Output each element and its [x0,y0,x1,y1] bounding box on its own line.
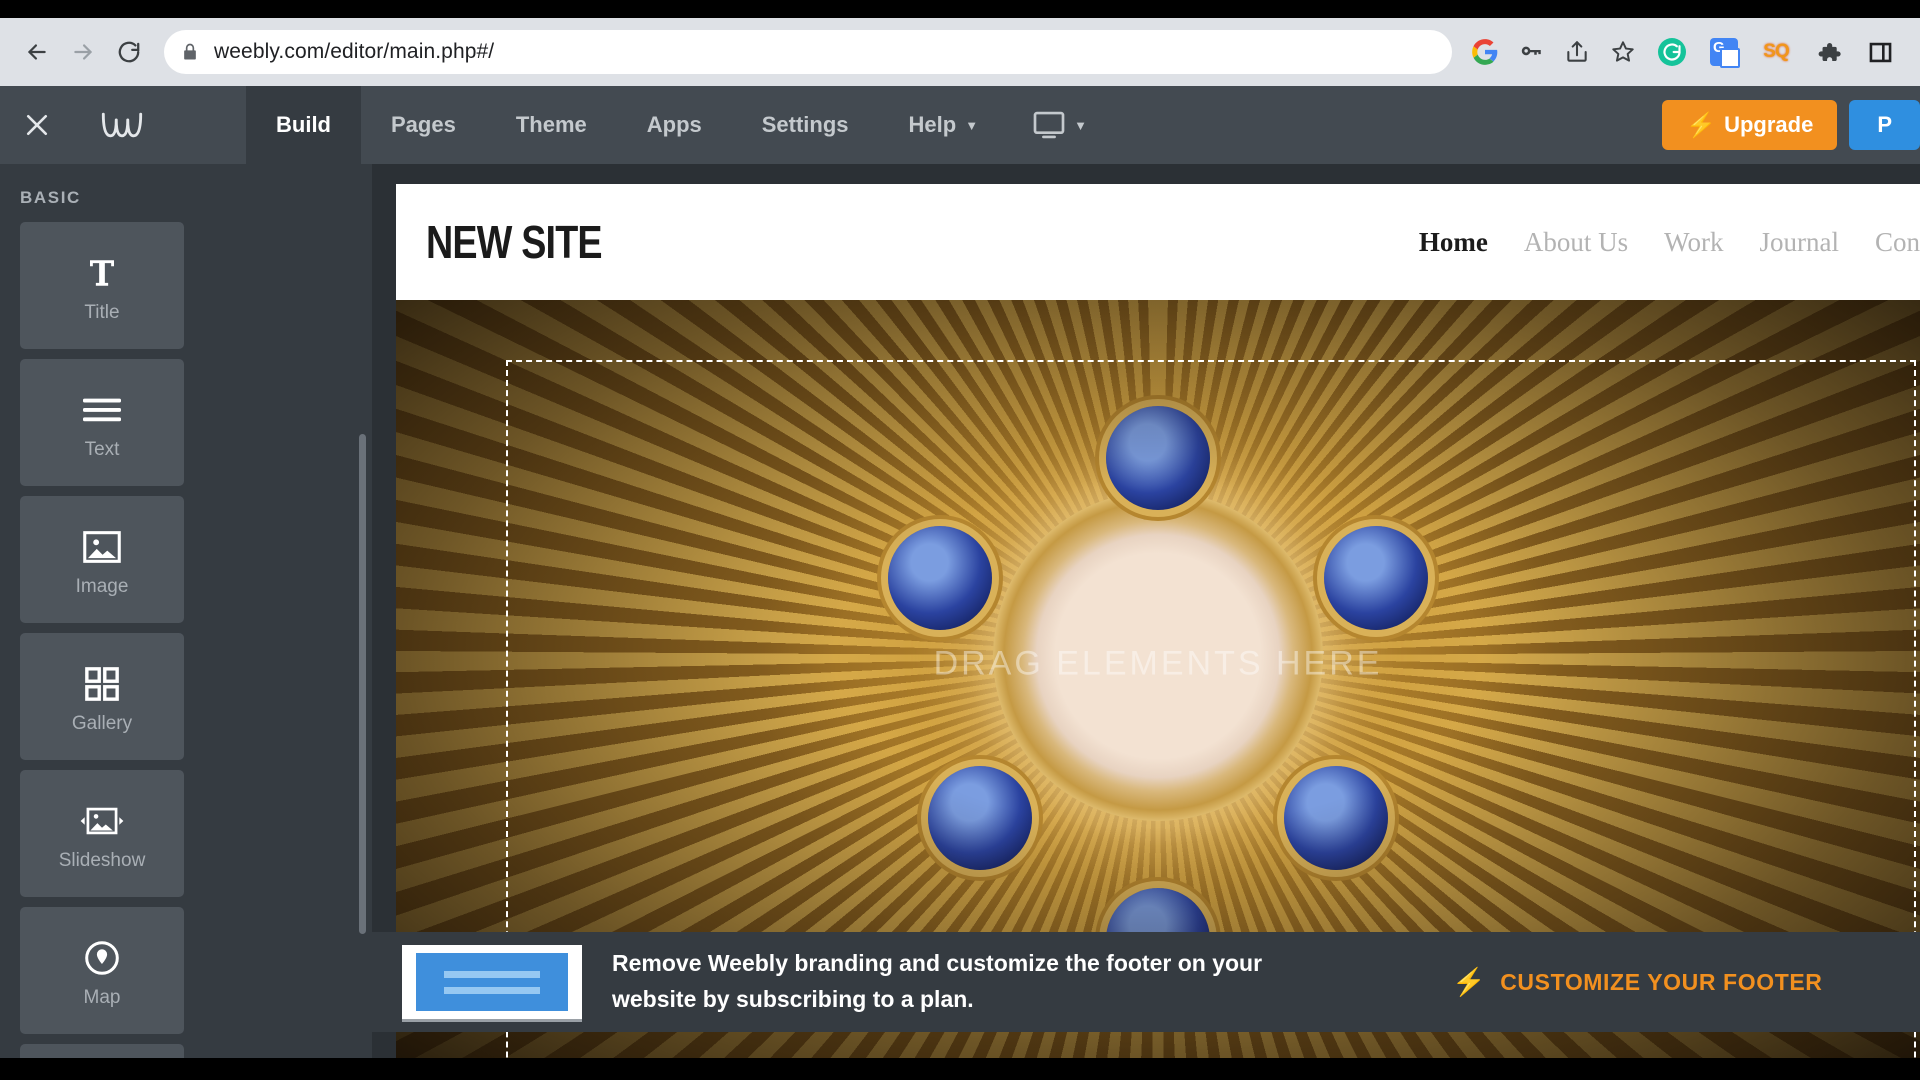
lock-icon [180,42,200,62]
back-button[interactable] [14,29,60,75]
sq-icon[interactable]: SQ [1750,29,1802,75]
screen: weebly.com/editor/main.php#/ G SQ Build … [0,0,1920,1080]
site-logo[interactable]: NEW SITE [426,215,603,269]
upgrade-button[interactable]: ⚡ Upgrade [1662,100,1838,150]
sidebar-item-slideshow[interactable]: Slideshow [20,770,184,897]
tab-help[interactable]: Help ▼ [879,86,1009,164]
site-nav-journal[interactable]: Journal [1760,227,1839,258]
reload-button[interactable] [106,29,152,75]
sidebar-item-map[interactable]: Map [20,907,184,1034]
share-icon[interactable] [1554,29,1600,75]
sidebar-item-slideshow-label: Slideshow [58,849,146,871]
tab-apps-label: Apps [646,112,702,137]
sidebar-scrollbar[interactable] [359,434,366,934]
customize-footer-label: CUSTOMIZE YOUR FOOTER [1500,968,1823,995]
editor-actions: ⚡ Upgrade P [1662,86,1920,164]
device-preview-selector[interactable]: ▼ [1008,86,1111,164]
tab-build[interactable]: Build [246,86,361,164]
address-bar[interactable]: weebly.com/editor/main.php#/ [164,30,1452,74]
lightning-bolt-icon: ⚡ [1452,967,1487,997]
google-icon[interactable] [1462,29,1508,75]
site-canvas: NEW SITE Home About Us Work Journal Con [372,164,1920,1058]
forward-button[interactable] [60,29,106,75]
footer-preview-thumbnail [402,945,582,1019]
editor-tabs: Build Pages Theme Apps Settings Help ▼ ▼ [246,86,1111,164]
thumbnail-line [444,986,540,994]
close-editor-button[interactable] [0,86,74,164]
tab-theme[interactable]: Theme [486,86,617,164]
map-pin-icon [84,933,120,983]
sidebar-item-map-label: Map [83,986,121,1008]
publish-label: P [1877,112,1892,137]
lightning-bolt-icon: ⚡ [1686,111,1717,139]
site-header: NEW SITE Home About Us Work Journal Con [396,184,1920,300]
site-nav-contact[interactable]: Con [1875,227,1920,258]
chevron-down-icon: ▼ [965,117,979,133]
browser-toolbar: weebly.com/editor/main.php#/ G SQ [0,18,1920,86]
sidebar-item-gallery[interactable]: Gallery [20,633,184,760]
tab-build-label: Build [276,112,331,137]
key-icon[interactable] [1508,29,1554,75]
drag-elements-hint: DRAG ELEMENTS HERE [933,644,1383,683]
browser-viewport: weebly.com/editor/main.php#/ G SQ Build … [0,18,1920,1058]
gallery-icon [85,659,119,709]
tab-settings-label: Settings [761,112,849,137]
tab-apps[interactable]: Apps [617,86,732,164]
sidebar-section-basic-title: BASIC [20,188,81,207]
sidebar-item-text-label: Text [84,438,120,460]
tab-settings[interactable]: Settings [732,86,879,164]
element-sidebar: BASIC Title Text Image Gallery Slideshow… [0,164,372,1058]
tab-theme-label: Theme [515,112,587,137]
sidebar-item-title-label: Title [84,301,120,323]
tab-pages-label: Pages [391,112,456,137]
site-nav-about-us[interactable]: About Us [1524,227,1628,258]
title-icon [84,248,120,298]
publish-button[interactable]: P [1849,100,1920,150]
sidebar-item-title[interactable]: Title [20,222,184,349]
editor-top-bar: Build Pages Theme Apps Settings Help ▼ ▼… [0,86,1920,164]
slideshow-icon [79,796,125,846]
image-icon [83,522,121,572]
extensions-puzzle-icon[interactable] [1802,29,1854,75]
side-panel-icon[interactable] [1854,29,1906,75]
site-nav-home[interactable]: Home [1419,227,1488,258]
site-preview: NEW SITE Home About Us Work Journal Con [396,184,1920,1058]
sidebar-section-basic-grid: Title Text Image Gallery Slideshow Map [0,222,372,1058]
grammarly-icon[interactable] [1646,29,1698,75]
footer-promo-text: Remove Weebly branding and customize the… [612,950,1263,1012]
google-translate-icon[interactable]: G [1698,29,1750,75]
customize-footer-button[interactable]: ⚡ CUSTOMIZE YOUR FOOTER [1452,966,1823,998]
tab-pages[interactable]: Pages [361,86,486,164]
site-nav-work[interactable]: Work [1664,227,1723,258]
sidebar-item-gallery-label: Gallery [71,712,133,734]
upgrade-label: Upgrade [1724,112,1814,137]
sidebar-item-contact-form[interactable]: Contact Form [20,1044,184,1058]
site-nav: Home About Us Work Journal Con [1419,227,1920,258]
bookmark-star-icon[interactable] [1600,29,1646,75]
thumbnail-line [444,970,540,978]
extension-icons: G SQ [1646,29,1906,75]
tab-help-label: Help [908,112,957,137]
url-text: weebly.com/editor/main.php#/ [214,40,495,63]
text-icon [83,385,121,435]
omnibox-actions [1462,29,1646,75]
chevron-down-icon: ▼ [1074,117,1087,133]
sidebar-item-image-label: Image [75,575,129,597]
sidebar-item-text[interactable]: Text [20,359,184,486]
sidebar-item-image[interactable]: Image [20,496,184,623]
footer-promo-banner: Remove Weebly branding and customize the… [372,932,1920,1032]
weebly-logo[interactable] [74,86,170,164]
